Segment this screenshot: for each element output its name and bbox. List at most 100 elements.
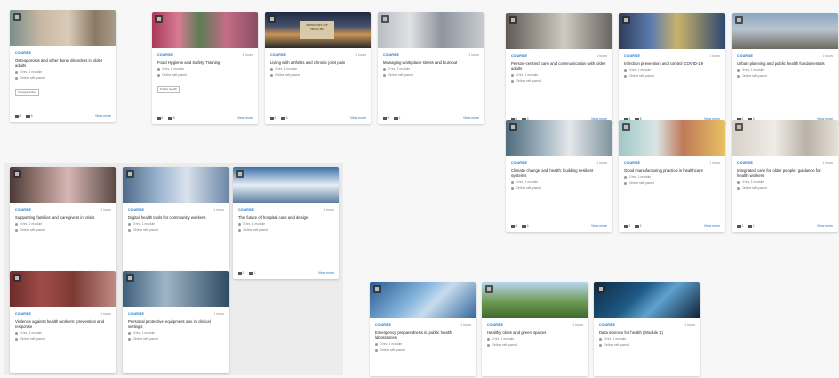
course-thumbnail[interactable] — [732, 13, 838, 49]
course-title[interactable]: Urban planning and public health fundame… — [737, 61, 833, 66]
bookmark-icon[interactable] — [735, 123, 743, 131]
view-more-link[interactable]: View more — [95, 114, 111, 118]
view-more-link[interactable]: View more — [237, 116, 253, 120]
course-title[interactable]: Osteoporosis and other bone disorders in… — [15, 58, 111, 68]
card-meta-row: COURSE 1 hours — [599, 322, 695, 328]
course-card[interactable]: MINISTRY OF HEALTH COURSE 1 hours Living wit… — [265, 12, 371, 124]
course-card[interactable]: COURSE 1 hours Emergency preparedness in p… — [370, 282, 476, 376]
course-title[interactable]: Personal protective equipment use in cli… — [128, 319, 224, 329]
course-title[interactable]: Managing workplace stress and burnout — [383, 60, 479, 65]
course-thumbnail[interactable] — [506, 13, 612, 49]
bookmark-icon[interactable] — [597, 285, 605, 293]
clock-icon — [238, 222, 241, 226]
course-title[interactable]: Climate change and health: building resi… — [511, 168, 607, 178]
view-more-link[interactable]: View more — [350, 116, 366, 120]
course-card[interactable]: COURSE 1 hours Violence against health wor… — [10, 271, 116, 373]
course-thumbnail[interactable] — [482, 282, 588, 318]
course-thumbnail[interactable] — [594, 282, 700, 318]
course-thumbnail[interactable] — [732, 120, 838, 156]
bookmark-icon[interactable] — [155, 15, 163, 23]
course-card[interactable]: COURSE 1 hours Good manufacturing practice… — [619, 120, 725, 232]
bookmark-icon[interactable] — [735, 16, 743, 24]
course-thumbnail[interactable] — [619, 120, 725, 156]
course-card[interactable]: COURSE 1 hours Supporting families and car… — [10, 167, 116, 279]
course-card[interactable]: COURSE 1 hours Digital health tools for co… — [123, 167, 229, 279]
bookmark-icon[interactable] — [485, 285, 493, 293]
likes-stat: 8 — [26, 114, 33, 118]
view-more-link[interactable]: View more — [591, 224, 607, 228]
course-title[interactable]: Good manufacturing practice in healthcar… — [624, 168, 720, 173]
view-more-link[interactable]: View more — [704, 224, 720, 228]
course-card[interactable]: COURSE Osteoporosis and other bone disord… — [10, 10, 116, 122]
view-more-link[interactable]: View more — [318, 271, 334, 275]
bookmark-icon[interactable] — [622, 16, 630, 24]
course-title[interactable]: Emergency preparedness in public health … — [375, 330, 471, 340]
course-card[interactable]: COURSE 1 hours The future of hospital care… — [233, 167, 339, 279]
category-label: COURSE — [487, 323, 503, 327]
view-more-link[interactable]: View more — [817, 224, 833, 228]
globe-icon — [599, 343, 602, 347]
course-card[interactable]: COURSE 1 hours Infection prevention and co… — [619, 13, 725, 125]
course-card[interactable]: COURSE 1 hours Healthy cities and green sp… — [482, 282, 588, 376]
course-format: Online self-paced — [516, 79, 541, 84]
eye-icon — [157, 116, 161, 120]
course-thumbnail[interactable] — [378, 12, 484, 48]
course-format: Online self-paced — [604, 343, 629, 348]
course-thumbnail[interactable] — [506, 120, 612, 156]
topic-tag[interactable]: Public health — [157, 85, 181, 93]
bookmark-icon[interactable] — [622, 123, 630, 131]
views-stat: 4 — [270, 116, 276, 120]
course-thumbnail[interactable] — [370, 282, 476, 318]
course-thumbnail[interactable] — [123, 271, 229, 307]
course-card[interactable]: COURSE 1 hours Climate change and health: … — [506, 120, 612, 232]
course-title[interactable]: The future of hospital care and design — [238, 215, 334, 220]
bookmark-icon[interactable] — [268, 15, 276, 23]
bookmark-icon[interactable] — [509, 16, 517, 24]
course-title[interactable]: Supporting families and caregivers in cr… — [15, 215, 111, 220]
bookmark-icon[interactable] — [13, 13, 21, 21]
view-more-link[interactable]: View more — [463, 116, 479, 120]
globe-icon — [128, 337, 131, 341]
course-thumbnail[interactable] — [10, 271, 116, 307]
course-card[interactable]: COURSE 1 hours Person-centred care and com… — [506, 13, 612, 125]
course-title[interactable]: Violence against health workers: prevent… — [15, 319, 111, 329]
bookmark-icon[interactable] — [126, 170, 134, 178]
course-title[interactable]: Healthy cities and green spaces — [487, 330, 583, 335]
bookmark-icon[interactable] — [13, 170, 21, 178]
course-title[interactable]: Food Hygiene and Safety Training — [157, 60, 253, 65]
course-thumbnail[interactable] — [233, 167, 339, 203]
course-length: 3 hrs, 1 module — [243, 222, 265, 227]
course-thumbnail[interactable]: MINISTRY OF HEALTH — [265, 12, 371, 48]
course-title[interactable]: Person-centred care and communication wi… — [511, 61, 607, 71]
course-card[interactable]: COURSE 1 hours Managing workplace stress a… — [378, 12, 484, 124]
course-title[interactable]: Digital health tools for community worke… — [128, 215, 224, 220]
course-title[interactable]: Infection prevention and control COVID-1… — [624, 61, 720, 66]
course-card[interactable]: COURSE 1 hours Urban planning and public h… — [732, 13, 838, 125]
course-thumbnail[interactable] — [10, 167, 116, 203]
bookmark-icon[interactable] — [373, 285, 381, 293]
course-card[interactable]: COURSE 1 hours Integrated care for older p… — [732, 120, 838, 232]
bookmark-icon[interactable] — [381, 15, 389, 23]
course-length-line: 4 hrs, 1 module — [511, 180, 607, 184]
bookmark-icon[interactable] — [236, 170, 244, 178]
globe-icon — [238, 228, 241, 232]
course-title[interactable]: Integrated care for older people: guidan… — [737, 168, 833, 178]
clock-icon — [599, 337, 602, 341]
bookmark-icon[interactable] — [509, 123, 517, 131]
eye-icon — [238, 271, 242, 275]
course-title[interactable]: Living with arthritis and chronic joint … — [270, 60, 366, 65]
course-thumbnail[interactable] — [123, 167, 229, 203]
card-footer: 6 8 View more — [157, 116, 253, 120]
bookmark-icon[interactable] — [126, 274, 134, 282]
course-title[interactable]: Data science for health (Module 1) — [599, 330, 695, 335]
course-thumbnail[interactable] — [10, 10, 116, 46]
topic-tag[interactable]: Postgraduate — [15, 88, 39, 96]
likes-stat: 6 — [522, 224, 529, 228]
course-thumbnail[interactable] — [619, 13, 725, 49]
course-card[interactable]: COURSE 1 hours Personal protective equipme… — [123, 271, 229, 373]
clock-icon — [511, 73, 514, 77]
bookmark-icon[interactable] — [13, 274, 21, 282]
course-card[interactable]: COURSE 1 hours Data science for health (Mo… — [594, 282, 700, 376]
course-card[interactable]: COURSE 1 hours Food Hygiene and Safety Tra… — [152, 12, 258, 124]
course-thumbnail[interactable] — [152, 12, 258, 48]
